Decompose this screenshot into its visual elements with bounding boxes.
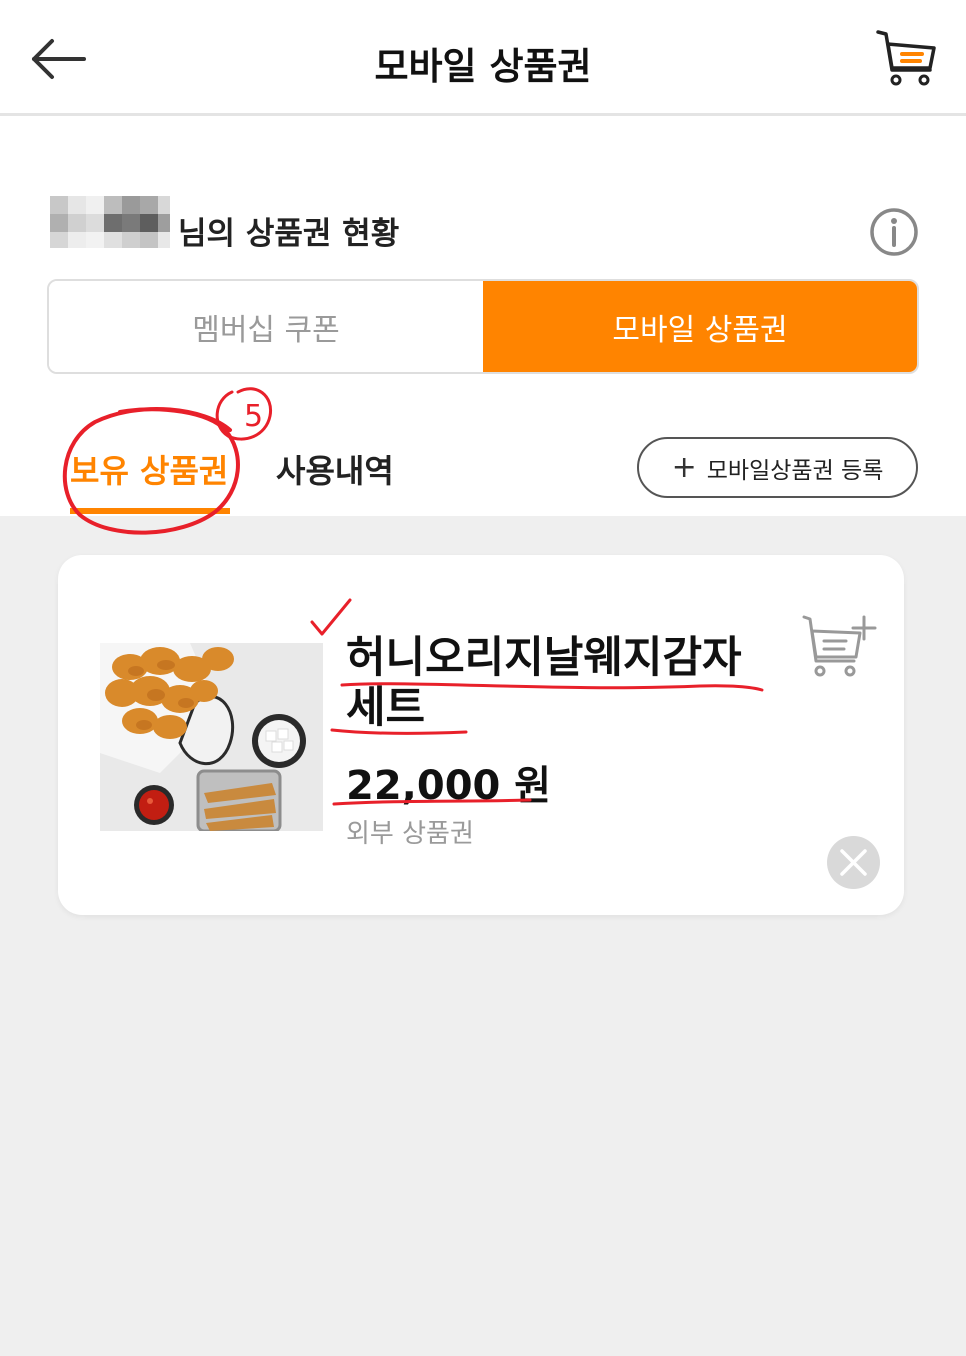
page-title: 모바일 상품권 xyxy=(374,45,592,88)
info-button[interactable] xyxy=(868,206,920,258)
status-label: 님의 상품권 현황 xyxy=(178,216,400,252)
info-icon xyxy=(870,208,918,256)
register-voucher-label: 모바일상품권 등록 xyxy=(706,457,884,484)
plus-icon: + xyxy=(671,449,697,485)
cart-icon xyxy=(876,30,936,86)
tab-mobile-voucher[interactable]: 모바일 상품권 xyxy=(483,281,917,372)
register-voucher-button[interactable]: + 모바일상품권 등록 xyxy=(637,437,918,498)
remove-voucher-button[interactable] xyxy=(827,836,880,889)
product-image xyxy=(100,643,323,831)
tab-membership-coupon[interactable]: 멤버십 쿠폰 xyxy=(49,281,483,372)
close-icon xyxy=(840,849,867,876)
blurred-username xyxy=(50,196,170,248)
active-tab-underline xyxy=(70,508,230,514)
voucher-card[interactable]: 허니오리지날웨지감자 세트 22,000 원 외부 상품권 xyxy=(58,555,904,915)
voucher-type-segment: 멤버십 쿠폰 모바일 상품권 xyxy=(47,279,919,374)
cart-add-icon xyxy=(802,615,877,677)
add-to-cart-button[interactable] xyxy=(800,611,878,679)
product-name: 허니오리지날웨지감자 세트 xyxy=(346,633,742,733)
cart-button[interactable] xyxy=(874,26,938,90)
voucher-status-row: 님의 상품권 현황 xyxy=(50,194,920,256)
tab-usage-history[interactable]: 사용내역 xyxy=(276,446,394,492)
product-price: 22,000 원 xyxy=(346,763,552,809)
app-header: 모바일 상품권 xyxy=(0,0,966,116)
voucher-type-label: 외부 상품권 xyxy=(346,819,474,849)
tab-owned-vouchers[interactable]: 보유 상품권 xyxy=(70,446,228,492)
